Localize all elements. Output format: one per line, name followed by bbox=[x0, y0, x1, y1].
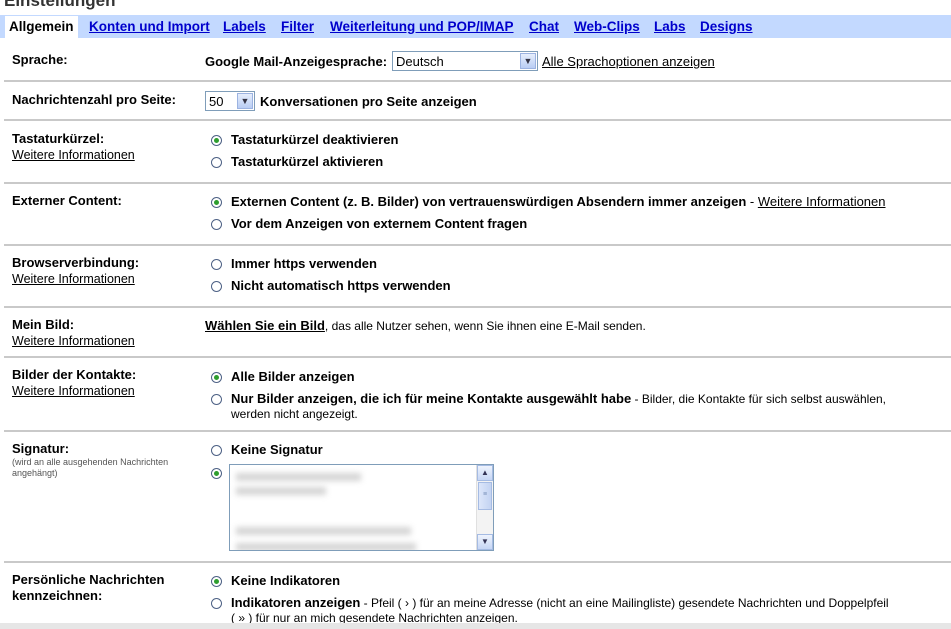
personal-indicators-label-2: kennzeichnen: bbox=[12, 588, 103, 603]
radio-shortcuts-off[interactable] bbox=[211, 135, 222, 146]
all-pictures-label: Alle Bilder anzeigen bbox=[231, 369, 355, 384]
show-indicators-label: Indikatoren anzeigen - Pfeil ( › ) für a… bbox=[231, 595, 889, 610]
divider bbox=[4, 182, 951, 184]
divider bbox=[4, 306, 951, 308]
radio-external-always[interactable] bbox=[211, 197, 222, 208]
contact-pictures-label: Bilder der Kontakte: bbox=[12, 367, 137, 382]
radio-signature[interactable] bbox=[211, 468, 222, 479]
browser-more-info-link[interactable]: Weitere Informationen bbox=[12, 272, 135, 286]
page-size-value: 50 bbox=[209, 94, 224, 109]
signature-textarea[interactable]: ▲ ≡ ▼ bbox=[229, 464, 494, 551]
page-size-label: Nachrichtenzahl pro Seite: bbox=[12, 92, 176, 107]
radio-my-pictures-only[interactable] bbox=[211, 394, 222, 405]
signature-label: Signatur: bbox=[12, 441, 70, 456]
shortcuts-more-info-link[interactable]: Weitere Informationen bbox=[12, 148, 135, 162]
blurred-signature-line bbox=[236, 527, 411, 535]
external-ask-label: Vor dem Anzeigen von externem Content fr… bbox=[231, 216, 528, 231]
scroll-down-icon[interactable]: ▼ bbox=[477, 534, 493, 550]
external-content-label: Externer Content: bbox=[12, 193, 122, 208]
radio-shortcuts-on[interactable] bbox=[211, 157, 222, 168]
blurred-signature-line bbox=[236, 473, 361, 481]
tab-allgemein[interactable]: Allgemein bbox=[4, 15, 79, 38]
tab-labels[interactable]: Labels bbox=[223, 19, 266, 34]
shortcuts-label: Tastaturkürzel: bbox=[12, 131, 105, 146]
external-always-label: Externen Content (z. B. Bilder) von vert… bbox=[231, 194, 886, 209]
divider bbox=[4, 119, 951, 121]
page-title: Einstellungen bbox=[4, 0, 116, 10]
tab-konten-und-import[interactable]: Konten und Import bbox=[89, 19, 210, 34]
tab-labs[interactable]: Labs bbox=[654, 19, 686, 34]
no-auto-https-label: Nicht automatisch https verwenden bbox=[231, 278, 451, 293]
my-picture-text: Wählen Sie ein Bild, das alle Nutzer seh… bbox=[205, 318, 646, 333]
signature-note: (wird an alle ausgehenden Nachrichten an… bbox=[12, 457, 169, 478]
contact-pictures-more-info-link[interactable]: Weitere Informationen bbox=[12, 384, 135, 398]
tab-filter[interactable]: Filter bbox=[281, 19, 314, 34]
all-language-options-link[interactable]: Alle Sprachoptionen anzeigen bbox=[542, 54, 715, 69]
radio-all-pictures[interactable] bbox=[211, 372, 222, 383]
my-pictures-only-note: werden nicht angezeigt. bbox=[231, 407, 358, 421]
scroll-up-icon[interactable]: ▲ bbox=[477, 465, 493, 481]
language-select[interactable]: Deutsch ▼ bbox=[392, 51, 538, 71]
display-language-prefix: Google Mail-Anzeigesprache: bbox=[205, 54, 388, 69]
radio-no-indicators[interactable] bbox=[211, 576, 222, 587]
radio-show-indicators[interactable] bbox=[211, 598, 222, 609]
divider bbox=[4, 561, 951, 563]
chevron-down-icon: ▼ bbox=[237, 93, 253, 109]
divider bbox=[4, 80, 951, 82]
always-https-label: Immer https verwenden bbox=[231, 256, 377, 271]
bottom-scrollbar[interactable] bbox=[0, 623, 951, 629]
chevron-down-icon: ▼ bbox=[520, 53, 536, 69]
external-more-info-link[interactable]: Weitere Informationen bbox=[758, 194, 886, 209]
divider bbox=[4, 356, 951, 358]
radio-external-ask[interactable] bbox=[211, 219, 222, 230]
browser-connection-label: Browserverbindung: bbox=[12, 255, 140, 270]
no-signature-label: Keine Signatur bbox=[231, 442, 323, 457]
personal-indicators-label-1: Persönliche Nachrichten bbox=[12, 572, 165, 587]
shortcuts-off-label: Tastaturkürzel deaktivieren bbox=[231, 132, 399, 147]
divider bbox=[4, 244, 951, 246]
blurred-signature-line bbox=[236, 487, 326, 495]
blurred-signature-line bbox=[236, 543, 416, 550]
language-select-value: Deutsch bbox=[396, 54, 444, 69]
signature-scrollbar[interactable]: ▲ ≡ ▼ bbox=[476, 465, 493, 550]
divider bbox=[4, 430, 951, 432]
my-pictures-only-label: Nur Bilder anzeigen, die ich für meine K… bbox=[231, 391, 887, 406]
my-picture-label: Mein Bild: bbox=[12, 317, 75, 332]
scroll-thumb[interactable]: ≡ bbox=[478, 482, 492, 510]
radio-no-auto-https[interactable] bbox=[211, 281, 222, 292]
tab-chat[interactable]: Chat bbox=[529, 19, 559, 34]
sprache-label: Sprache: bbox=[12, 52, 68, 67]
settings-tabs: Allgemein Konten und Import Labels Filte… bbox=[0, 15, 951, 38]
my-picture-more-info-link[interactable]: Weitere Informationen bbox=[12, 334, 135, 348]
no-indicators-label: Keine Indikatoren bbox=[231, 573, 341, 588]
radio-always-https[interactable] bbox=[211, 259, 222, 270]
page-size-select[interactable]: 50 ▼ bbox=[205, 91, 255, 111]
shortcuts-on-label: Tastaturkürzel aktivieren bbox=[231, 154, 384, 169]
tab-weiterleitung-pop-imap[interactable]: Weiterleitung und POP/IMAP bbox=[330, 19, 514, 34]
tab-web-clips[interactable]: Web-Clips bbox=[574, 19, 640, 34]
page-size-suffix: Konversationen pro Seite anzeigen bbox=[260, 94, 477, 109]
radio-no-signature[interactable] bbox=[211, 445, 222, 456]
tab-designs[interactable]: Designs bbox=[700, 19, 753, 34]
choose-picture-link[interactable]: Wählen Sie ein Bild bbox=[205, 318, 325, 333]
